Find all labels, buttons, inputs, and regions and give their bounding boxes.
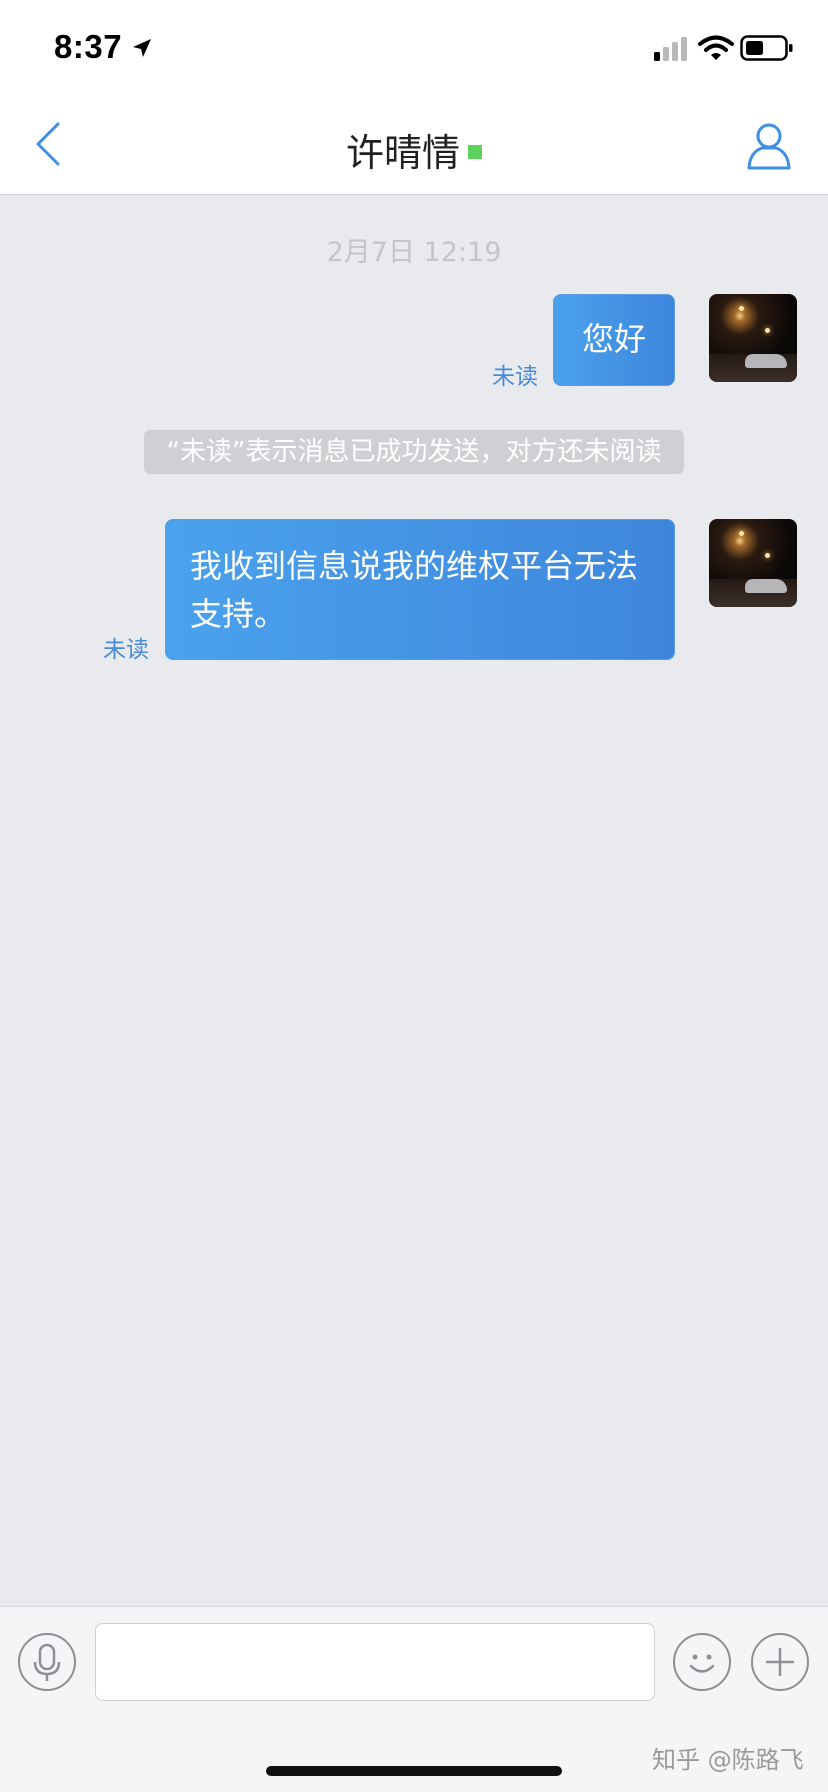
unread-status: 未读 [103, 637, 149, 663]
message-bubble[interactable]: 您好 [553, 294, 675, 386]
contact-name: 许晴情 [345, 131, 460, 175]
microphone-icon [33, 1643, 61, 1681]
contact-profile-button[interactable] [744, 118, 794, 172]
system-notice: “未读”表示消息已成功发送，对方还未阅读 [144, 430, 684, 474]
watermark: 知乎 @陈路飞 [652, 1746, 804, 1774]
message-input[interactable] [95, 1623, 655, 1701]
message-input-field[interactable] [96, 1624, 654, 1700]
location-arrow-icon [133, 39, 151, 57]
user-avatar[interactable] [709, 294, 797, 382]
chat-title: 许晴情 [0, 122, 828, 177]
user-avatar[interactable] [709, 519, 797, 607]
status-bar: 8:37 [0, 0, 828, 96]
input-bar [0, 1606, 828, 1717]
home-indicator[interactable] [266, 1766, 562, 1776]
more-actions-button[interactable] [751, 1633, 809, 1691]
online-status-indicator [468, 144, 482, 159]
voice-input-button[interactable] [18, 1633, 76, 1691]
message-bubble[interactable]: 我收到信息说我的维权平台无法支持。 [165, 519, 675, 660]
navigation-bar: 许晴情 [0, 96, 828, 195]
smiley-icon [689, 1654, 715, 1673]
unread-status: 未读 [492, 364, 538, 390]
battery-icon [740, 35, 793, 61]
message-timestamp: 2月7日 12:19 [326, 237, 502, 268]
plus-icon [766, 1648, 794, 1676]
emoji-button[interactable] [673, 1633, 731, 1691]
cellular-signal-icon [654, 37, 687, 61]
wifi-icon [698, 35, 734, 60]
status-time: 8:37 [54, 28, 123, 65]
